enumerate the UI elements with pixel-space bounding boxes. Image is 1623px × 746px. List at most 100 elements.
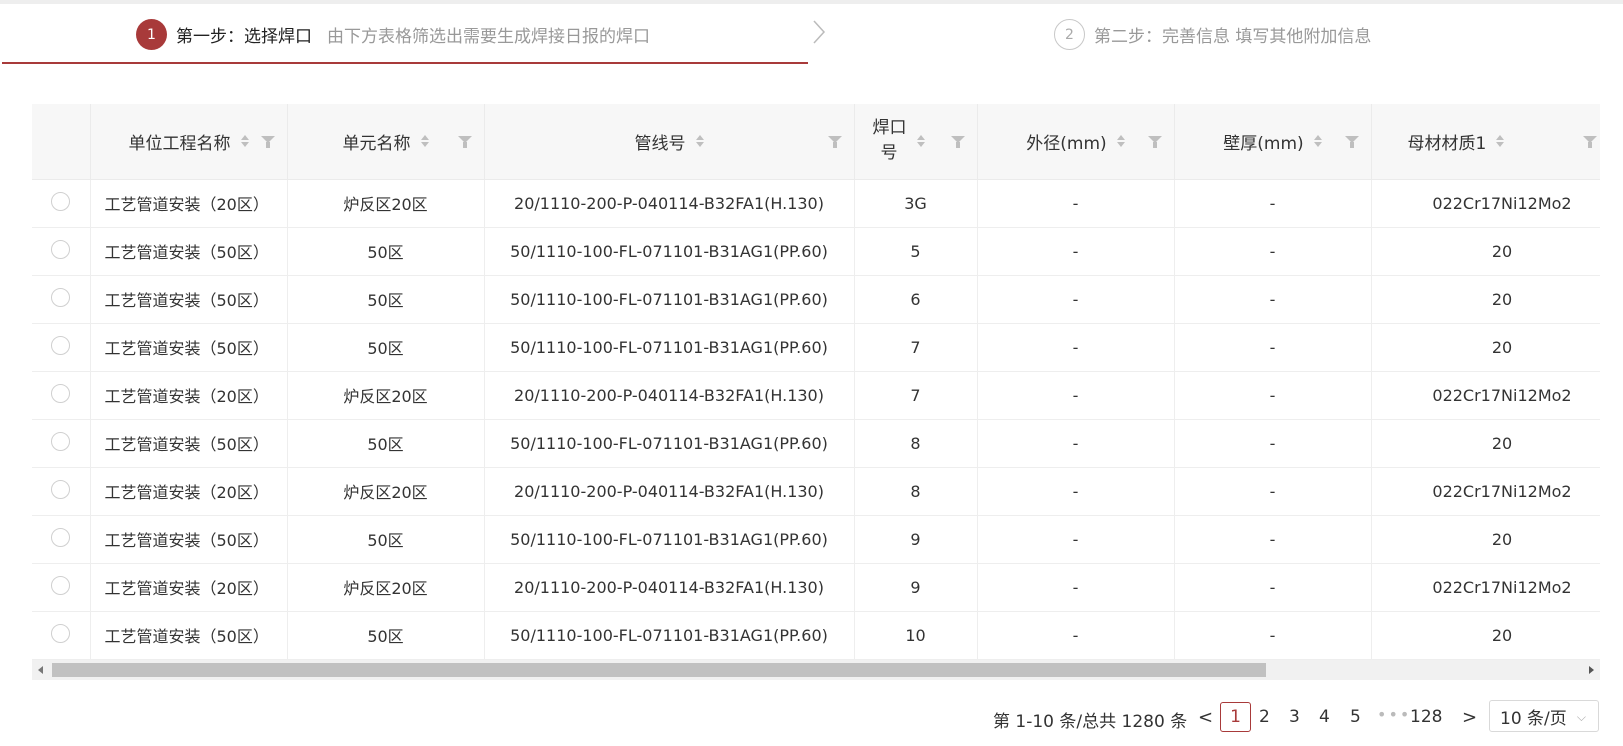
sort-icon[interactable] <box>916 135 925 148</box>
row-radio[interactable] <box>51 479 71 499</box>
table-row[interactable]: 工艺管道安装（50区） 50区 50/1110-100-FL-071101-B31A… <box>32 227 1600 276</box>
page-2-button[interactable]: 2 <box>1259 707 1270 727</box>
page-size-select[interactable]: 10 条/页 ⌵ <box>1489 700 1599 732</box>
page-4-button[interactable]: 4 <box>1319 707 1330 727</box>
column-header-outer-diameter[interactable]: 外径(mm) <box>977 104 1175 180</box>
step-2-number: 2 <box>1054 19 1085 50</box>
page-size-value: 10 条/页 <box>1500 708 1567 729</box>
cell-unit-project: 工艺管道安装（20区） <box>90 371 288 420</box>
page-5-button[interactable]: 5 <box>1350 707 1361 727</box>
cell-base-material-1: 20 <box>1371 419 1600 468</box>
cell-unit-project: 工艺管道安装（50区） <box>90 323 288 372</box>
prev-page-button[interactable]: < <box>1198 707 1213 728</box>
table-row[interactable]: 工艺管道安装（20区） 炉反区20区 20/1110-200-P-040114-B3… <box>32 467 1600 516</box>
filter-icon[interactable] <box>950 136 965 148</box>
table-header-row: 单位工程名称 单元名称 管线号 焊口号 外径(mm) 壁厚(mm) 母材材质1 <box>32 104 1600 180</box>
cell-wall-thickness: - <box>1174 179 1372 228</box>
column-label: 单元名称 <box>342 133 411 154</box>
pagination: 第 1-10 条/总共 1280 条 < 1 2 3 4 5 ••• 128 >… <box>0 700 1623 734</box>
row-radio[interactable] <box>51 623 71 643</box>
column-header-wall-thickness[interactable]: 壁厚(mm) <box>1174 104 1372 180</box>
filter-icon[interactable] <box>260 136 275 148</box>
cell-unit-project: 工艺管道安装（20区） <box>90 563 288 612</box>
cell-unit-name: 炉反区20区 <box>287 563 485 612</box>
step-1-number: 1 <box>136 19 167 50</box>
sort-icon[interactable] <box>420 135 429 148</box>
cell-outer-diameter: - <box>977 467 1175 516</box>
row-radio[interactable] <box>51 527 71 547</box>
cell-unit-project: 工艺管道安装（20区） <box>90 179 288 228</box>
cell-unit-project: 工艺管道安装（50区） <box>90 419 288 468</box>
next-page-button[interactable]: > <box>1462 707 1477 728</box>
page-3-button[interactable]: 3 <box>1289 707 1300 727</box>
scroll-right-icon[interactable] <box>1589 666 1594 674</box>
column-header-base-material-1[interactable]: 母材材质1 <box>1371 104 1600 180</box>
last-page-button[interactable]: 128 <box>1410 707 1442 727</box>
cell-weld-no: 10 <box>854 611 978 660</box>
horizontal-scrollbar[interactable] <box>32 660 1600 680</box>
sort-icon[interactable] <box>1116 135 1125 148</box>
cell-wall-thickness: - <box>1174 563 1372 612</box>
row-radio[interactable] <box>51 383 71 403</box>
scroll-left-icon[interactable] <box>38 666 43 674</box>
table-row[interactable]: 工艺管道安装（20区） 炉反区20区 20/1110-200-P-040114-B3… <box>32 179 1600 228</box>
cell-unit-project: 工艺管道安装（50区） <box>90 611 288 660</box>
cell-outer-diameter: - <box>977 563 1175 612</box>
cell-base-material-1: 20 <box>1371 611 1600 660</box>
cell-outer-diameter: - <box>977 323 1175 372</box>
weld-table: 单位工程名称 单元名称 管线号 焊口号 外径(mm) 壁厚(mm) 母材材质1 … <box>32 104 1600 682</box>
cell-outer-diameter: - <box>977 515 1175 564</box>
pagination-ellipsis[interactable]: ••• <box>1377 705 1411 724</box>
sort-icon[interactable] <box>1313 135 1322 148</box>
sort-icon[interactable] <box>1496 135 1505 148</box>
page-1-button[interactable]: 1 <box>1220 702 1251 732</box>
column-header-unit-name[interactable]: 单元名称 <box>287 104 485 180</box>
row-radio[interactable] <box>51 287 71 307</box>
row-select-cell <box>32 611 91 660</box>
cell-pipeline-no: 50/1110-100-FL-071101-B31AG1(PP.60) <box>484 419 855 468</box>
cell-pipeline-no: 50/1110-100-FL-071101-B31AG1(PP.60) <box>484 275 855 324</box>
row-radio[interactable] <box>51 191 71 211</box>
row-radio[interactable] <box>51 431 71 451</box>
table-row[interactable]: 工艺管道安装（50区） 50区 50/1110-100-FL-071101-B31A… <box>32 323 1600 372</box>
table-row[interactable]: 工艺管道安装（50区） 50区 50/1110-100-FL-071101-B31A… <box>32 515 1600 564</box>
table-row[interactable]: 工艺管道安装（20区） 炉反区20区 20/1110-200-P-040114-B3… <box>32 371 1600 420</box>
cell-pipeline-no: 20/1110-200-P-040114-B32FA1(H.130) <box>484 467 855 516</box>
scrollbar-thumb[interactable] <box>52 663 1266 677</box>
cell-base-material-1: 20 <box>1371 515 1600 564</box>
cell-outer-diameter: - <box>977 275 1175 324</box>
step-1[interactable]: 1 第一步：选择焊口 由下方表格筛选出需要生成焊接日报的焊口 <box>0 4 806 64</box>
column-header-pipeline-no[interactable]: 管线号 <box>484 104 855 180</box>
row-select-cell <box>32 371 91 420</box>
table-row[interactable]: 工艺管道安装（50区） 50区 50/1110-100-FL-071101-B31A… <box>32 611 1600 660</box>
sort-icon[interactable] <box>240 135 249 148</box>
cell-wall-thickness: - <box>1174 515 1372 564</box>
chevron-down-icon: ⌵ <box>1576 710 1586 724</box>
row-radio[interactable] <box>51 239 71 259</box>
cell-outer-diameter: - <box>977 611 1175 660</box>
sort-icon[interactable] <box>695 135 704 148</box>
row-radio[interactable] <box>51 335 71 355</box>
filter-icon[interactable] <box>457 136 472 148</box>
column-label: 焊口号 <box>872 118 907 164</box>
filter-icon[interactable] <box>1147 136 1162 148</box>
table-row[interactable]: 工艺管道安装（50区） 50区 50/1110-100-FL-071101-B31A… <box>32 419 1600 468</box>
cell-weld-no: 7 <box>854 323 978 372</box>
row-select-cell <box>32 515 91 564</box>
column-label: 外径(mm) <box>1026 133 1107 154</box>
cell-weld-no: 5 <box>854 227 978 276</box>
column-label: 母材材质1 <box>1407 133 1487 154</box>
column-header-weld-no[interactable]: 焊口号 <box>854 104 978 180</box>
column-header-unit-project[interactable]: 单位工程名称 <box>90 104 288 180</box>
row-radio[interactable] <box>51 575 71 595</box>
cell-pipeline-no: 20/1110-200-P-040114-B32FA1(H.130) <box>484 371 855 420</box>
table-row[interactable]: 工艺管道安装（20区） 炉反区20区 20/1110-200-P-040114-B3… <box>32 563 1600 612</box>
filter-icon[interactable] <box>1344 136 1359 148</box>
filter-icon[interactable] <box>1582 136 1597 148</box>
cell-base-material-1: 20 <box>1371 275 1600 324</box>
cell-pipeline-no: 20/1110-200-P-040114-B32FA1(H.130) <box>484 179 855 228</box>
cell-unit-name: 50区 <box>287 611 485 660</box>
cell-weld-no: 9 <box>854 563 978 612</box>
filter-icon[interactable] <box>827 136 842 148</box>
table-row[interactable]: 工艺管道安装（50区） 50区 50/1110-100-FL-071101-B31A… <box>32 275 1600 324</box>
